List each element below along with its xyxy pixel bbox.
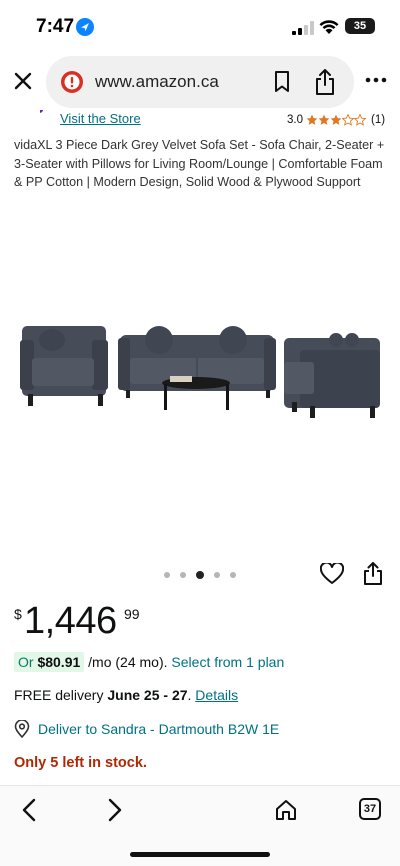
share-icon[interactable] [314, 68, 336, 96]
carousel-dot-active[interactable] [196, 571, 204, 579]
financing-prefix: Or [18, 654, 38, 670]
three-seater-sofa-image [118, 326, 276, 410]
rating-count: (1) [371, 114, 386, 126]
tabs-count-button[interactable]: 37 [359, 798, 381, 820]
home-indicator [130, 852, 270, 857]
address-bar[interactable]: www.amazon.ca [46, 56, 354, 108]
rating-stars [306, 114, 366, 126]
delivery-date: June 25 - 27 [107, 687, 188, 703]
forward-arrow-icon[interactable] [104, 798, 124, 822]
wifi-icon [319, 20, 339, 34]
visit-store-link[interactable]: Visit the Store [60, 111, 141, 126]
star-filled-icon [330, 114, 342, 125]
store-logo-icon [20, 106, 46, 113]
close-icon[interactable] [10, 68, 36, 94]
price-currency-symbol: $ [14, 606, 22, 622]
carousel-dot[interactable] [164, 572, 170, 578]
signal-icon [292, 21, 314, 35]
location-arrow-icon [76, 18, 94, 36]
url-text[interactable]: www.amazon.ca [95, 72, 219, 92]
deliver-to-label[interactable]: Deliver to Sandra - Dartmouth B2W 1E [38, 721, 279, 737]
location-pin-icon [14, 720, 30, 738]
security-warning-icon[interactable] [60, 70, 84, 94]
share-icon[interactable] [363, 562, 383, 586]
sofa-chair-image [20, 326, 108, 406]
star-empty-icon [354, 114, 366, 126]
star-empty-icon [342, 114, 354, 126]
delivery-details-link[interactable]: Details [195, 687, 238, 703]
product-title: vidaXL 3 Piece Dark Grey Velvet Sofa Set… [14, 138, 385, 189]
carousel-dot[interactable] [214, 572, 220, 578]
price-fraction: 99 [124, 606, 140, 622]
bookmark-icon[interactable] [272, 70, 292, 94]
carousel-dot[interactable] [230, 572, 236, 578]
status-bar: 7:47 35 [0, 0, 400, 54]
rating-value: 3.0 [287, 114, 303, 126]
more-options-icon[interactable] [364, 70, 388, 90]
star-filled-icon [306, 114, 318, 125]
home-icon[interactable] [274, 798, 298, 822]
product-image[interactable] [18, 318, 384, 422]
select-plan-link[interactable]: Select from 1 plan [171, 654, 284, 670]
star-filled-icon [318, 114, 330, 125]
status-time: 7:47 [36, 16, 75, 37]
financing-offer: Or $80.91 /mo (24 mo). Select from 1 pla… [14, 652, 284, 672]
carousel-dot[interactable] [180, 572, 186, 578]
two-seater-sofa-image [284, 333, 380, 418]
heart-icon[interactable] [320, 563, 344, 585]
deliver-to-location[interactable]: Deliver to Sandra - Dartmouth B2W 1E [14, 720, 279, 738]
financing-badge: Or $80.91 [14, 652, 85, 672]
back-arrow-icon[interactable] [20, 798, 40, 822]
delivery-prefix: FREE delivery [14, 687, 108, 703]
image-carousel-dots[interactable] [164, 571, 246, 579]
price-whole: 1,446 [24, 600, 117, 642]
financing-amount: $80.91 [37, 654, 81, 670]
battery-indicator: 35 [345, 18, 375, 34]
delivery-info: FREE delivery June 25 - 27. Details [14, 687, 238, 703]
financing-term: /mo (24 mo). [84, 654, 172, 670]
stock-status: Only 5 left in stock. [14, 755, 147, 771]
rating[interactable]: 3.0 (1) [287, 112, 385, 128]
